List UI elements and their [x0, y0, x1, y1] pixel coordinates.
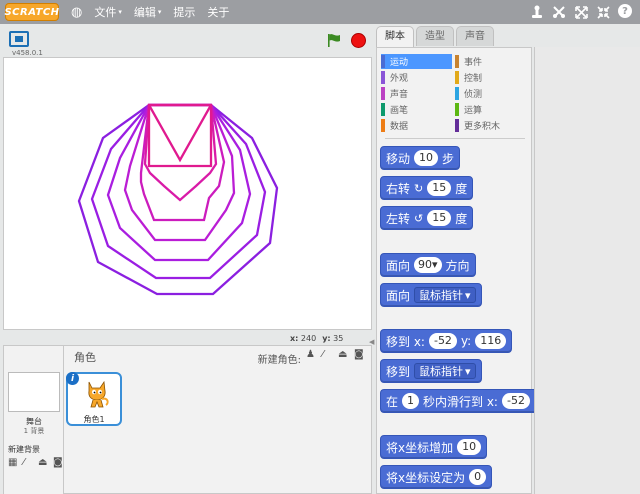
- cursor-tools: ?: [530, 4, 632, 20]
- rotate-left-icon: ↺: [414, 211, 424, 225]
- stage-canvas[interactable]: [3, 57, 372, 330]
- category-operators[interactable]: 运算: [455, 102, 525, 117]
- version-label: v458.0.1: [12, 49, 43, 57]
- stage-backdrop-count: 1 背景: [23, 427, 45, 435]
- tab-sounds[interactable]: 声音: [456, 26, 494, 46]
- sprite-library-icon[interactable]: ♟: [306, 350, 317, 360]
- mouse-coordinates: x: 240 y: 35: [290, 334, 344, 343]
- upload-icon[interactable]: ⏏: [38, 458, 49, 468]
- menu-file[interactable]: 文件 ▾: [94, 4, 122, 20]
- category-pen[interactable]: 画笔: [381, 102, 455, 117]
- sprite-name: 角色1: [83, 415, 105, 424]
- direction-dropdown[interactable]: 90▾: [414, 257, 442, 273]
- delete-icon[interactable]: [552, 4, 566, 20]
- tab-costumes[interactable]: 造型: [416, 26, 454, 46]
- block-input[interactable]: 10: [414, 150, 439, 166]
- camera-sprite-icon[interactable]: ◙: [354, 350, 365, 360]
- block-input-x[interactable]: -52: [501, 393, 530, 409]
- editor-tabs: 脚本 造型 声音: [376, 26, 494, 48]
- upload-sprite-icon[interactable]: ⏏: [338, 350, 349, 360]
- block-set-x[interactable]: 将x坐标设定为 0: [380, 465, 493, 489]
- pen-drawing: [77, 103, 279, 296]
- category-looks[interactable]: 外观: [381, 70, 455, 85]
- go-to-dropdown[interactable]: 鼠标指针 ▾: [414, 363, 476, 379]
- globe-icon[interactable]: ◍: [71, 5, 82, 20]
- block-input-secs[interactable]: 1: [402, 393, 420, 409]
- new-backdrop-label: 新建背景: [8, 445, 40, 454]
- stop-icon[interactable]: [351, 33, 366, 48]
- mouse-x-value: 240: [300, 334, 317, 343]
- block-input[interactable]: 15: [427, 210, 452, 226]
- new-sprite-tools: ♟ ⁄ ⏏ ◙: [306, 350, 365, 360]
- category-control[interactable]: 控制: [455, 70, 525, 85]
- category-events[interactable]: 事件: [455, 54, 525, 69]
- sprites-title: 角色: [74, 351, 96, 364]
- paint-icon[interactable]: ⁄: [23, 458, 34, 468]
- category-list: 运动 事件 外观 控制 声音 侦测 画笔 运算 数据 更多积木: [381, 54, 527, 133]
- shrink-icon[interactable]: [596, 4, 610, 20]
- scratch-editor: SCRATCH ◍ 文件 ▾ 编辑 ▾ 提示 关于 ? v458.0.1 x: …: [0, 0, 640, 494]
- block-go-to[interactable]: 移到 鼠标指针 ▾: [380, 359, 482, 383]
- block-go-to-xy[interactable]: 移到 x: -52 y: 116: [380, 329, 513, 353]
- image-library-icon[interactable]: ▦: [8, 458, 19, 468]
- scratch-logo[interactable]: SCRATCH: [4, 3, 59, 21]
- stage-header: v458.0.1: [3, 27, 371, 57]
- sprite-thumbnail[interactable]: i 角色1: [66, 372, 122, 426]
- new-sprite-label: 新建角色:: [257, 355, 301, 366]
- block-input-x[interactable]: -52: [428, 333, 457, 349]
- fullscreen-icon[interactable]: [9, 31, 29, 47]
- palette-divider: [385, 138, 525, 139]
- category-data[interactable]: 数据: [381, 118, 455, 133]
- duplicate-icon[interactable]: [530, 4, 544, 20]
- help-icon[interactable]: ?: [618, 4, 632, 18]
- block-change-x[interactable]: 将x坐标增加 10: [380, 435, 488, 459]
- menu-edit[interactable]: 编辑 ▾: [134, 4, 162, 20]
- block-turn-left[interactable]: 左转 ↺ 15 度: [380, 206, 474, 230]
- block-input[interactable]: 0: [469, 469, 487, 485]
- paint-sprite-icon[interactable]: ⁄: [322, 350, 333, 360]
- category-motion[interactable]: 运动: [381, 54, 452, 69]
- grow-icon[interactable]: [574, 4, 588, 20]
- sprite-pane: 舞台 1 背景 新建背景 ▦ ⁄ ⏏ ◙ 角色 新建角色: ♟ ⁄ ⏏ ◙ i: [3, 345, 372, 494]
- menu-tips[interactable]: 提示: [173, 4, 195, 20]
- block-input-y[interactable]: 116: [475, 333, 507, 349]
- scripts-area[interactable]: [534, 47, 640, 494]
- block-move-steps[interactable]: 移动 10 步: [380, 146, 461, 170]
- block-point-direction[interactable]: 面向 90▾ 方向: [380, 253, 476, 277]
- block-glide[interactable]: 在 1 秒内滑行到 x: -52: [380, 389, 535, 413]
- block-turn-right[interactable]: 右转 ↻ 15 度: [380, 176, 474, 200]
- category-sound[interactable]: 声音: [381, 86, 455, 101]
- target-dropdown[interactable]: 鼠标指针 ▾: [414, 287, 476, 303]
- category-sensing[interactable]: 侦测: [455, 86, 525, 101]
- cat-sprite-icon: [88, 380, 109, 408]
- tab-scripts[interactable]: 脚本: [376, 26, 414, 47]
- green-flag-icon[interactable]: [327, 33, 341, 47]
- new-backdrop-tools: ▦ ⁄ ⏏ ◙: [8, 458, 64, 468]
- category-more-blocks[interactable]: 更多积木: [455, 118, 525, 133]
- menu-bar: SCRATCH ◍ 文件 ▾ 编辑 ▾ 提示 关于 ?: [0, 0, 640, 24]
- stage-column: 舞台 1 背景 新建背景 ▦ ⁄ ⏏ ◙: [4, 346, 64, 494]
- menu-about[interactable]: 关于: [207, 4, 229, 20]
- mouse-y-value: 35: [333, 334, 344, 343]
- block-point-towards[interactable]: 面向 鼠标指针 ▾: [380, 283, 482, 307]
- block-input[interactable]: 10: [457, 439, 482, 455]
- block-input[interactable]: 15: [427, 180, 452, 196]
- info-icon[interactable]: i: [66, 372, 79, 385]
- stage-thumbnail[interactable]: [8, 372, 60, 412]
- rotate-right-icon: ↻: [414, 181, 424, 195]
- camera-icon[interactable]: ◙: [53, 458, 64, 468]
